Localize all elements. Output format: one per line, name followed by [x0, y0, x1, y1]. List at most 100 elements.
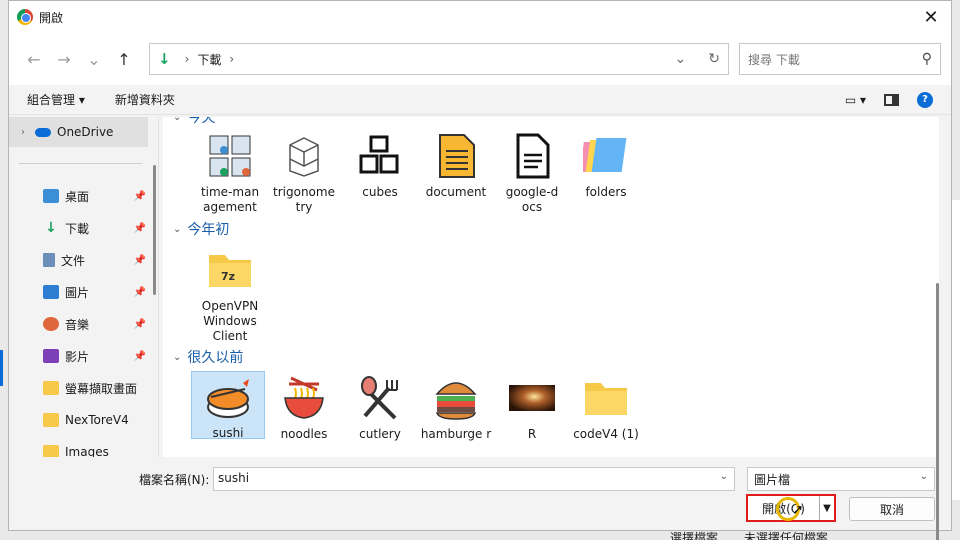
- open-dropdown-button[interactable]: ▼: [820, 496, 834, 520]
- file-cubes[interactable]: cubes: [343, 131, 417, 200]
- sidebar-item-label: 音樂: [65, 317, 90, 332]
- preview-pane-icon[interactable]: [884, 93, 899, 106]
- pin-icon[interactable]: 📌: [134, 191, 146, 202]
- sidebar-item-label: 影片: [65, 349, 90, 364]
- open-button-group: 開啟(O) ➚ ▼: [746, 494, 836, 522]
- background-no-file: 未選擇任何檔案: [743, 531, 828, 540]
- download-icon: ↓: [45, 220, 57, 236]
- filename-value[interactable]: sushi: [218, 471, 249, 485]
- chevron-down-icon[interactable]: ⌄: [173, 352, 181, 363]
- sidebar-item-pictures[interactable]: 圖片 📌: [9, 276, 158, 308]
- file-openvpn[interactable]: 7z OpenVPN Windows Client: [193, 245, 267, 344]
- sidebar-item-label: 文件: [61, 253, 86, 268]
- pin-icon[interactable]: 📌: [134, 351, 146, 362]
- svg-text:7z: 7z: [221, 270, 235, 283]
- breadcrumb-downloads[interactable]: 下載: [197, 51, 221, 68]
- help-icon[interactable]: ?: [917, 91, 933, 108]
- cancel-button[interactable]: 取消: [849, 497, 935, 521]
- file-folders[interactable]: folders: [569, 131, 643, 200]
- filename-field[interactable]: sushi ⌄: [213, 467, 735, 491]
- group-header-label: 今年初: [187, 222, 230, 238]
- sidebar-item-downloads[interactable]: ↓ 下載 📌: [9, 212, 158, 244]
- sidebar-item-label: NexToreV4: [65, 413, 129, 427]
- file-name: codeV4 (1): [573, 427, 639, 441]
- file-name: trigonome try: [273, 185, 335, 214]
- sidebar-item-label: 桌面: [65, 189, 90, 204]
- view-options-button[interactable]: ▭ ▾: [845, 93, 866, 107]
- open-button[interactable]: 開啟(O) ➚: [748, 496, 820, 521]
- sidebar-item-images[interactable]: Images: [9, 436, 158, 457]
- file-list-scrollbar[interactable]: [936, 283, 939, 540]
- chevron-down-icon[interactable]: ⌄: [720, 471, 728, 482]
- up-button[interactable]: ↑: [109, 50, 139, 69]
- pin-icon[interactable]: 📌: [134, 255, 146, 266]
- file-name: folders: [585, 185, 627, 199]
- background-accent-bar: [0, 350, 3, 386]
- group-header-long-ago[interactable]: ⌄ 很久以前: [173, 347, 243, 367]
- recent-locations-button[interactable]: ⌄: [79, 50, 109, 69]
- document-icon: [43, 253, 55, 267]
- background-choose-file: 選擇檔案: [670, 531, 719, 540]
- new-folder-button[interactable]: 新增資料夾: [115, 91, 175, 108]
- back-button[interactable]: ←: [19, 50, 49, 69]
- file-name: cubes: [362, 185, 398, 199]
- close-button[interactable]: ✕: [911, 1, 951, 33]
- file-noodles[interactable]: noodles: [267, 373, 341, 442]
- sushi-icon: [203, 372, 253, 422]
- filetype-select[interactable]: 圖片檔 ⌄: [747, 467, 935, 491]
- file-sushi[interactable]: sushi: [191, 371, 265, 440]
- file-list: ⌄ 今天 time-man agement trigonome try cubes…: [163, 117, 939, 457]
- address-bar[interactable]: ↓ › 下載 › ⌄ ↻: [149, 43, 729, 75]
- music-icon: [43, 317, 59, 331]
- sidebar-item-label: 下載: [65, 221, 90, 236]
- sidebar-item-onedrive[interactable]: › OneDrive: [9, 117, 148, 147]
- file-hamburger[interactable]: hamburge r: [419, 373, 493, 442]
- sidebar-item-music[interactable]: 音樂 📌: [9, 308, 158, 340]
- chevron-down-icon[interactable]: ⌄: [173, 224, 181, 235]
- search-input[interactable]: 搜尋 下載: [748, 51, 800, 68]
- chevron-right-icon[interactable]: ›: [21, 127, 25, 138]
- file-codev4[interactable]: codeV4 (1): [569, 373, 643, 442]
- chevron-down-icon[interactable]: ⌄: [173, 117, 181, 123]
- download-icon: ↓: [158, 50, 171, 68]
- cursor-icon: ➚: [792, 502, 804, 518]
- sidebar-item-desktop[interactable]: 桌面 📌: [9, 180, 158, 212]
- file-r[interactable]: R: [495, 373, 569, 442]
- search-box[interactable]: 搜尋 下載 ⚲: [739, 43, 941, 75]
- sidebar-divider: [19, 163, 142, 164]
- sidebar-item-videos[interactable]: 影片 📌: [9, 340, 158, 372]
- chevron-down-icon[interactable]: ⌄: [920, 471, 928, 482]
- close-icon: ✕: [923, 6, 939, 28]
- group-header-label: 很久以前: [187, 350, 244, 366]
- forward-button[interactable]: →: [49, 50, 79, 69]
- refresh-icon[interactable]: ↻: [708, 51, 720, 67]
- group-header-this-year[interactable]: ⌄ 今年初: [173, 219, 229, 239]
- search-icon[interactable]: ⚲: [922, 51, 932, 67]
- chrome-icon: [17, 9, 33, 25]
- document-icon: [431, 131, 481, 181]
- group-header-today[interactable]: ⌄ 今天: [173, 117, 215, 127]
- address-dropdown-icon[interactable]: ⌄: [675, 51, 687, 67]
- group-header-label: 今天: [187, 117, 216, 126]
- sidebar-item-label: OneDrive: [57, 125, 114, 139]
- pin-icon[interactable]: 📌: [134, 287, 146, 298]
- file-trigonometry[interactable]: trigonome try: [267, 131, 341, 215]
- pin-icon[interactable]: 📌: [134, 223, 146, 234]
- file-document[interactable]: document: [419, 131, 493, 200]
- navigation-pane: › OneDrive 桌面 📌 ↓ 下載 📌 文件 📌 圖片 📌 音樂 📌 影片…: [9, 117, 159, 457]
- document-outline-icon: [507, 131, 557, 181]
- pin-icon[interactable]: 📌: [134, 319, 146, 330]
- file-cutlery[interactable]: cutlery: [343, 373, 417, 442]
- folder-icon: [43, 413, 59, 427]
- sidebar-scrollbar[interactable]: [153, 165, 156, 295]
- sidebar-item-screenshots[interactable]: 螢幕擷取畫面: [9, 372, 158, 404]
- file-google-docs[interactable]: google-d ocs: [495, 131, 569, 215]
- file-time-management[interactable]: time-man agement: [193, 131, 267, 215]
- sidebar-item-nextorev4[interactable]: NexToreV4: [9, 404, 158, 436]
- desktop-icon: [43, 189, 59, 203]
- sidebar-item-documents[interactable]: 文件 📌: [9, 244, 158, 276]
- organize-menu[interactable]: 組合管理 ▾: [27, 91, 85, 108]
- noodles-icon: [279, 373, 329, 423]
- sidebar-item-label: Images: [65, 445, 109, 457]
- address-separator[interactable]: ›: [229, 52, 234, 66]
